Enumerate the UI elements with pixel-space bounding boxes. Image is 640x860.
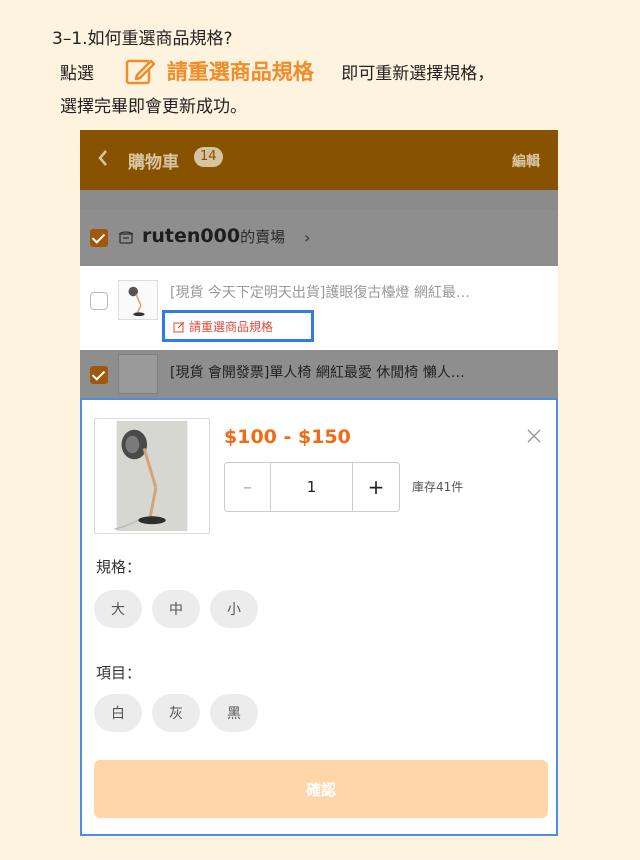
guide-line-1-prefix: 點選 [60,64,94,84]
spec-option-chip[interactable]: 小 [210,590,258,628]
store-icon [118,231,134,244]
stock-label: 庫存41件 [412,480,464,494]
spec-option-chip[interactable]: 中 [152,590,200,628]
increase-button[interactable]: + [353,463,399,511]
product-image [94,418,210,534]
item-option-chip[interactable]: 灰 [152,694,200,732]
guide-line-1-suffix: 即可重新選擇規格， [341,64,495,84]
store-row[interactable]: ruten000的賣場 › [80,210,558,266]
close-icon[interactable] [526,428,542,444]
edit-icon [126,59,156,85]
store-name[interactable]: ruten000的賣場 [142,225,285,247]
cart-item-row: [現貨 今天下定明天出貨]護眼復古檯燈 網紅最… 請重選商品規格 [80,266,558,350]
guide-line-1: 點選 請重選商品規格 即可重新選擇規格， [60,56,494,86]
cart-title: 購物車 [128,153,179,173]
reselect-spec-label: 請重選商品規格 [189,320,274,334]
cart-count-badge: 14 [194,147,223,167]
back-chevron-icon[interactable] [96,148,110,168]
price-range: $100 - $150 [224,426,351,448]
item-group-label: 項目： [96,664,142,682]
cart-item-row: [現貨 會開發票]單人椅 網紅最愛 休閒椅 懶人… [80,350,558,398]
item-thumbnail [118,354,158,394]
reselect-spec-link-highlight[interactable]: 請重選商品規格 [162,310,314,342]
item-name[interactable]: [現貨 今天下定明天出貨]護眼復古檯燈 網紅最… [170,282,544,302]
confirm-button[interactable]: 確認 [94,760,548,818]
store-name-suffix: 的賣場 [240,228,286,246]
edit-icon [173,321,185,333]
spec-selection-sheet: $100 - $150 – 1 + 庫存41件 規格： 大 中 小 項目： 白 … [80,398,558,836]
decrease-button[interactable]: – [225,463,271,511]
item-options: 白 灰 黑 [94,694,258,732]
guide-title: 3–1.如何重選商品規格? [52,29,233,49]
edit-button[interactable]: 編輯 [512,151,540,171]
item-name[interactable]: [現貨 會開發票]單人椅 網紅最愛 休閒椅 懶人… [170,362,544,382]
item-thumbnail [118,280,158,320]
guide-highlight-label: 請重選商品規格 [166,60,314,84]
item-checkbox[interactable] [90,366,108,384]
item-option-chip[interactable]: 黑 [210,694,258,732]
reselect-spec-link[interactable]: 請重選商品規格 [173,318,273,335]
spec-option-chip[interactable]: 大 [94,590,142,628]
cart-topbar: 購物車 14 編輯 [80,130,558,190]
item-option-chip[interactable]: 白 [94,694,142,732]
quantity-stepper: – 1 + [224,462,400,512]
spec-options: 大 中 小 [94,590,258,628]
item-checkbox[interactable] [90,292,108,310]
store-name-text: ruten000 [142,225,241,247]
spec-group-label: 規格： [96,558,142,576]
quantity-input[interactable]: 1 [271,463,353,511]
guide-line-2: 選擇完畢即會更新成功。 [60,97,247,117]
store-checkbox[interactable] [90,229,108,247]
store-chevron-icon: › [304,228,311,247]
